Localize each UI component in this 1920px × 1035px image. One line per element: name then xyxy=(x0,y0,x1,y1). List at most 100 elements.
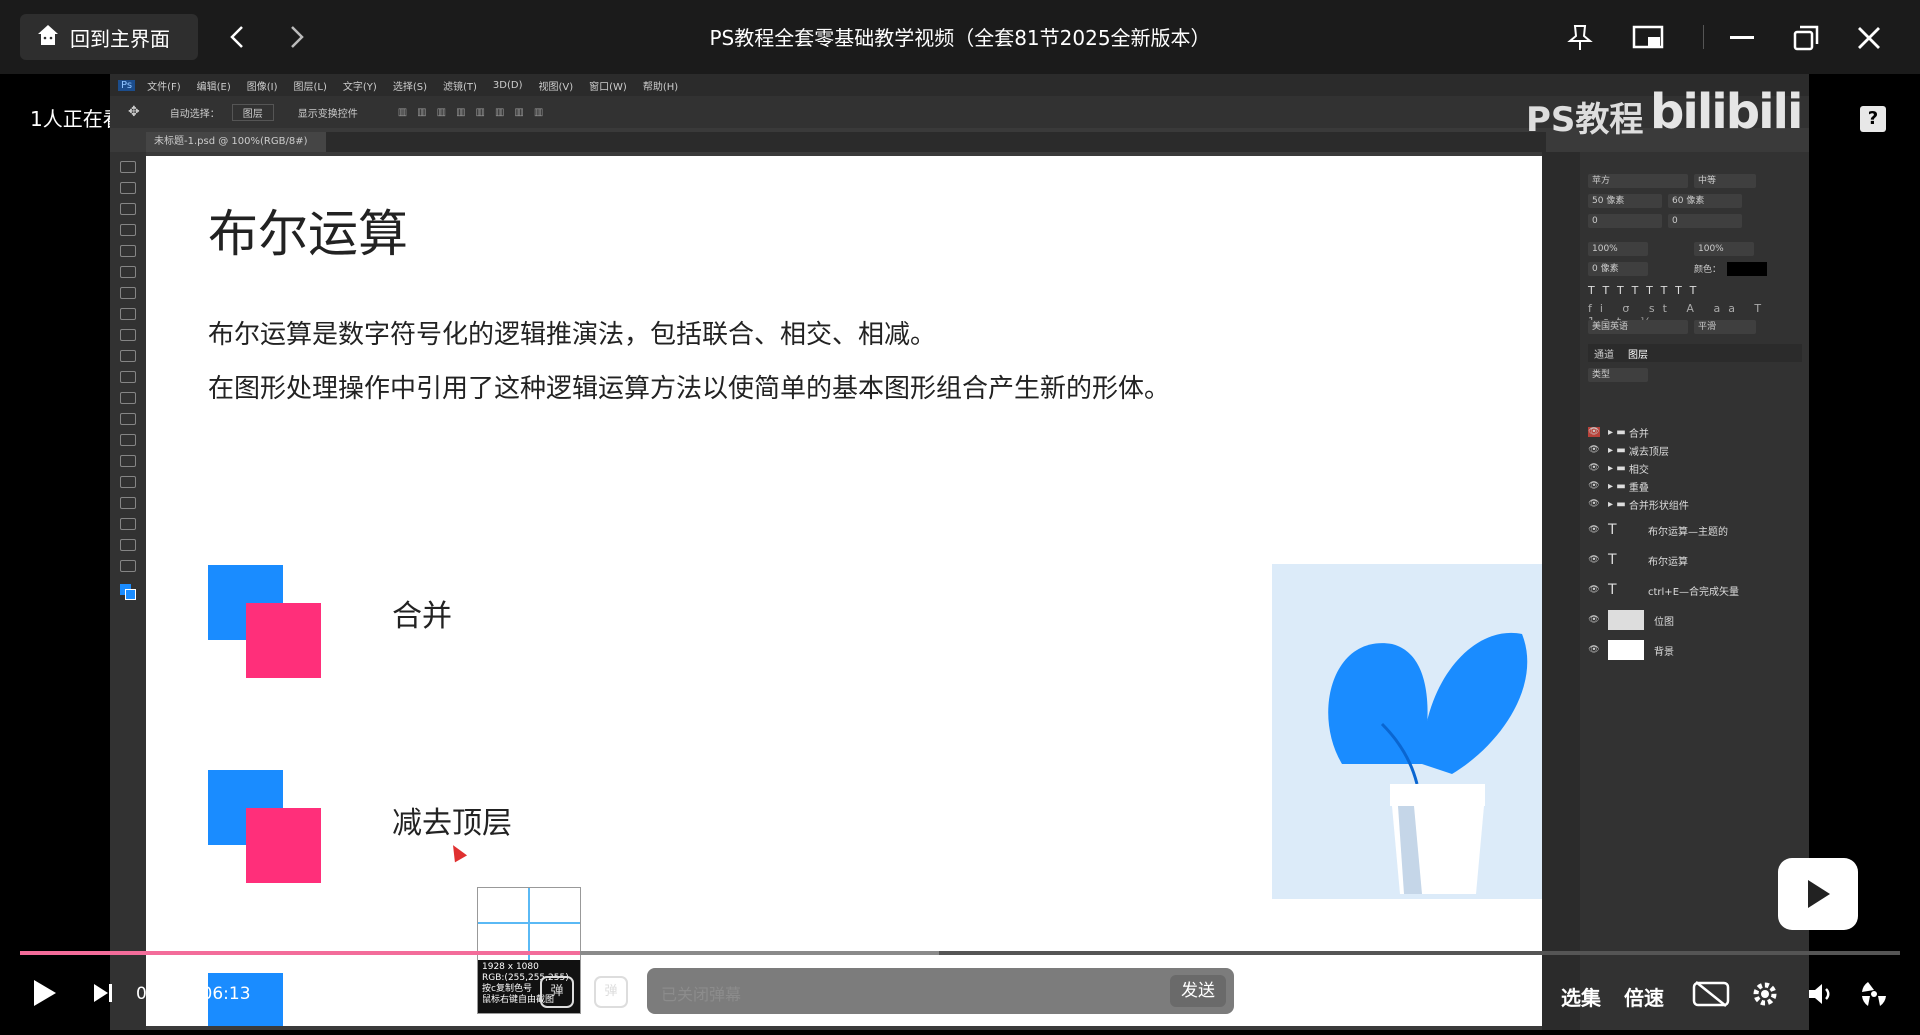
layer-row: 👁 背景 xyxy=(1588,640,1802,660)
minimize-icon[interactable] xyxy=(1722,18,1762,58)
play-icon[interactable] xyxy=(34,980,56,1006)
subtitle-off-icon[interactable] xyxy=(1692,980,1730,1012)
forward-arrow-icon[interactable] xyxy=(280,20,314,54)
eye-icon: 👁 xyxy=(1588,463,1600,473)
folder-icon: ▸ ▬ xyxy=(1608,462,1626,474)
eye-icon: 👁 xyxy=(1588,585,1600,595)
ps-tool-icon xyxy=(120,539,136,551)
language-field: 美国英语 xyxy=(1588,320,1688,334)
scale-v-field: 100% xyxy=(1588,242,1648,256)
tracking-field: 0 xyxy=(1668,214,1742,228)
ps-panel-tabs: 通道 图层 xyxy=(1588,344,1802,362)
ps-tool-icon xyxy=(120,266,136,278)
ps-right-panels: 苹方 中等 50 像素 60 像素 0 0 100% 100% 0 像素 颜色：… xyxy=(1542,152,1809,1030)
ps-menu-item: 视图(V) xyxy=(538,81,574,93)
close-icon[interactable] xyxy=(1849,18,1889,58)
layer-name: 布尔运算 xyxy=(1648,556,1688,568)
video-frame[interactable]: Ps 文件(F) 编辑(E) 图像(I) 图层(L) 文字(Y) 选择(S) 滤… xyxy=(110,74,1809,1030)
ps-tool-icon xyxy=(120,392,136,404)
auto-quality-button[interactable]: 自动 xyxy=(1499,982,1539,1011)
danmaku-input[interactable]: 已关闭弹幕 发送 xyxy=(647,968,1234,1014)
volume-icon[interactable] xyxy=(1806,980,1834,1012)
ps-tool-icon xyxy=(120,350,136,362)
scale-h-field: 100% xyxy=(1694,242,1754,256)
ps-tool-icon xyxy=(120,413,136,425)
layer-name: 布尔运算—主题的 xyxy=(1648,526,1728,538)
eye-icon: 👁 xyxy=(1588,555,1600,565)
settings-gear-icon[interactable] xyxy=(1751,980,1779,1012)
antialias-field: 平滑 xyxy=(1694,320,1756,334)
ps-layer-mode: 图层 xyxy=(231,103,274,121)
folder-icon: ▸ ▬ xyxy=(1608,444,1626,456)
layer-row: 👁 ▸ ▬ 减去顶层 xyxy=(1588,440,1802,460)
tab-channels: 通道 xyxy=(1594,349,1614,361)
color-label: 颜色： xyxy=(1694,265,1722,275)
pin-icon[interactable] xyxy=(1560,18,1600,58)
kerning-field: 0 xyxy=(1588,214,1662,228)
layer-row: 👁 位图 xyxy=(1588,610,1802,630)
ps-tool-icon xyxy=(120,434,136,446)
layer-row: 👁 Tctrl+E—合完成矢量 xyxy=(1588,580,1802,600)
viewer-count: 1人正在看 xyxy=(30,107,123,131)
restore-icon[interactable] xyxy=(1786,18,1826,58)
leading-field: 60 像素 xyxy=(1668,194,1742,208)
home-label: 回到主界面 xyxy=(70,26,170,51)
home-button[interactable]: 回到主界面 xyxy=(20,14,198,60)
folder-icon: ▸ ▬ xyxy=(1608,426,1626,438)
ps-menu-item: 滤镜(T) xyxy=(442,81,477,93)
title-bar: 回到主界面 PS教程全套零基础教学视频（全套81节2025全新版本） xyxy=(0,0,1920,74)
help-icon[interactable]: ? xyxy=(1860,106,1886,132)
ps-logo-icon: Ps xyxy=(118,79,136,91)
eye-icon: 👁 xyxy=(1588,445,1600,455)
danmaku-toggle-icon[interactable]: 弹 xyxy=(540,976,574,1008)
text-color-swatch xyxy=(1727,262,1768,276)
ps-tool-icon xyxy=(120,245,136,257)
ps-tool-icon xyxy=(120,203,136,215)
ps-menu-item: 文件(F) xyxy=(147,81,181,93)
folder-icon: ▸ ▬ xyxy=(1608,498,1626,510)
layer-name: ctrl+E—合完成矢量 xyxy=(1648,586,1740,598)
eye-icon: 👁 xyxy=(1588,645,1600,655)
home-icon xyxy=(36,23,60,52)
send-button[interactable]: 发送 xyxy=(1170,975,1226,1007)
eye-icon: 👁 xyxy=(1588,525,1600,535)
ps-menu-item: 帮助(H) xyxy=(642,81,679,93)
ps-menu-item: 选择(S) xyxy=(392,81,427,93)
ps-tool-icon xyxy=(120,224,136,236)
layer-thumbnail xyxy=(1608,610,1644,630)
ps-tab-bar: 未标题-1.psd @ 100%(RGB/8#) xyxy=(146,132,1546,152)
layer-row: 👁 ▸ ▬ 合并 xyxy=(1588,422,1802,442)
layer-name: 合并形状组件 xyxy=(1628,500,1689,512)
text-layer-icon: T xyxy=(1608,552,1617,568)
ps-canvas: 布尔运算 布尔运算是数字符号化的逻辑推演法，包括联合、相交、相减。 在图形处理操… xyxy=(146,156,1542,1026)
ps-menu-item: 图像(I) xyxy=(246,81,278,93)
move-tool-icon: ✥ xyxy=(128,104,140,120)
font-family-field: 苹方 xyxy=(1588,174,1688,188)
next-episode-icon[interactable] xyxy=(92,982,114,1004)
tab-layers: 图层 xyxy=(1628,349,1648,361)
player-controls: 01:51 / 06:13 弹 弹 已关闭弹幕 发送 自动 选集 倍速 xyxy=(0,958,1920,1034)
ps-menu-item: 3D(D) xyxy=(492,79,523,91)
ps-tool-icon xyxy=(120,497,136,509)
ps-auto-select-label: 自动选择： xyxy=(169,108,220,120)
label-merge: 合并 xyxy=(392,599,452,634)
time-display: 01:51 / 06:13 xyxy=(136,984,251,1004)
danmaku-placeholder: 已关闭弹幕 xyxy=(661,985,742,1004)
layer-row: 👁 T 布尔运算—主题的 xyxy=(1588,520,1802,540)
ps-menu-item: 文字(Y) xyxy=(342,81,377,93)
layer-name: 相交 xyxy=(1628,464,1649,476)
mini-window-icon[interactable] xyxy=(1628,18,1668,58)
bilibili-tv-icon[interactable] xyxy=(1778,858,1858,930)
fullscreen-icon[interactable] xyxy=(1860,980,1888,1012)
ps-tool-icon xyxy=(120,518,136,530)
speed-button[interactable]: 倍速 xyxy=(1624,982,1664,1011)
text-style-icons: TTTTTTTT xyxy=(1588,284,1705,297)
layer-name: 重叠 xyxy=(1628,482,1649,494)
duration: 06:13 xyxy=(201,984,251,1004)
doc-heading: 布尔运算 xyxy=(208,205,408,263)
layer-name: 减去顶层 xyxy=(1628,446,1669,458)
episodes-button[interactable]: 选集 xyxy=(1561,982,1601,1011)
back-arrow-icon[interactable] xyxy=(220,20,254,54)
pink-square xyxy=(246,603,321,678)
danmaku-settings-icon[interactable]: 弹 xyxy=(594,976,628,1008)
